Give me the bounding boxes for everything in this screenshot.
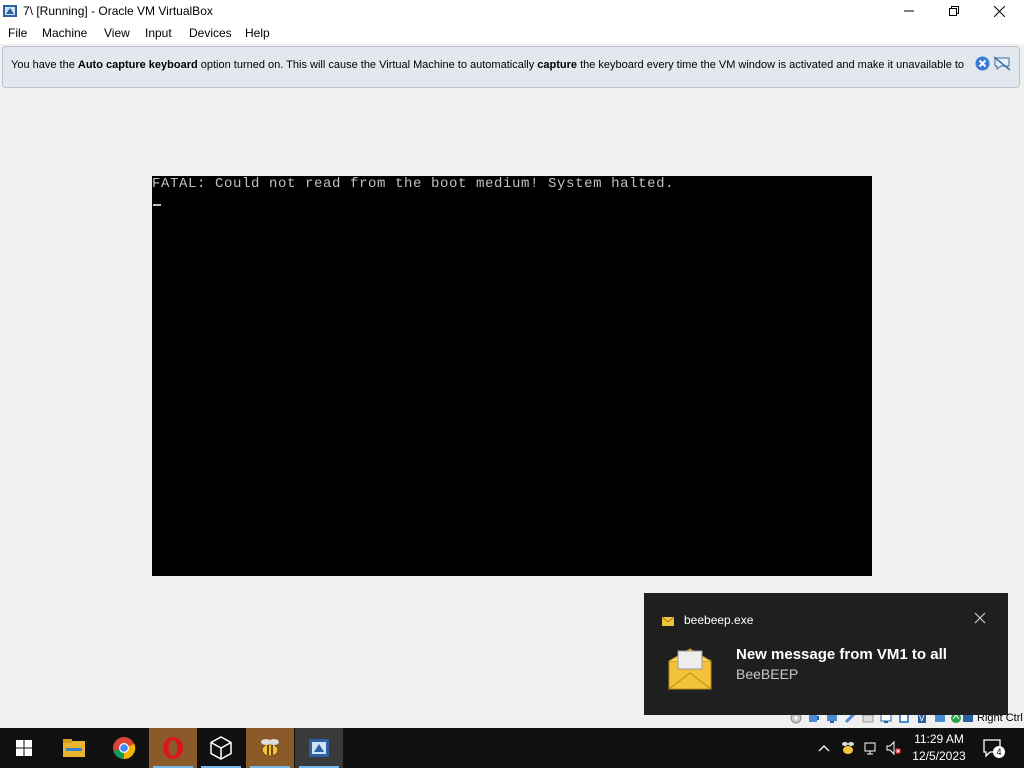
network-tray-icon[interactable]: [864, 740, 880, 756]
banner-message: You have the Auto capture keyboard optio…: [11, 59, 964, 71]
beebeep-app-icon: [661, 616, 675, 626]
taskbar-file-explorer[interactable]: [50, 728, 98, 768]
menu-input[interactable]: Input: [145, 26, 172, 40]
system-clock[interactable]: 11:29 AM 12/5/2023: [906, 731, 972, 765]
close-banner-icon[interactable]: [975, 56, 990, 71]
restore-button[interactable]: [931, 0, 977, 22]
menu-bar: File Machine View Input Devices Help: [0, 22, 1024, 44]
menu-file[interactable]: File: [8, 26, 27, 40]
taskbar-chrome[interactable]: [100, 728, 148, 768]
window-title: 7\ [Running] - Oracle VM VirtualBox: [23, 4, 213, 18]
taskbar-vm-window[interactable]: [295, 728, 343, 768]
toast-app-name: beebeep.exe: [684, 613, 754, 627]
taskbar-virtualbox[interactable]: [197, 728, 245, 768]
start-icon: [16, 740, 32, 756]
minimize-icon: [904, 10, 914, 12]
toast-close-icon[interactable]: [974, 612, 986, 624]
taskbar: 11:29 AM 12/5/2023 4: [0, 728, 1024, 768]
vm-window-icon: [309, 739, 329, 757]
mute-messages-icon[interactable]: [993, 56, 1011, 71]
banner-bold-1: Auto capture keyboard: [77, 59, 198, 71]
chrome-icon: [113, 737, 136, 760]
beebeep-tray-icon[interactable]: [840, 740, 856, 756]
clock-date: 12/5/2023: [912, 749, 966, 763]
toast-subtitle: BeeBEEP: [736, 666, 799, 682]
close-button[interactable]: [976, 0, 1022, 22]
banner-text-2: option turned on. This will cause the Vi…: [197, 59, 538, 71]
volume-muted-icon[interactable]: [886, 740, 902, 756]
menu-help[interactable]: Help: [245, 26, 270, 40]
clock-time: 11:29 AM: [914, 732, 964, 746]
banner-text-3: the keyboard every time the VM window is…: [577, 59, 965, 71]
toast-title: New message from VM1 to all: [736, 646, 947, 663]
boot-error-message: FATAL: Could not read from the boot medi…: [152, 176, 675, 192]
minimize-button[interactable]: [886, 0, 932, 22]
menu-view[interactable]: View: [104, 26, 130, 40]
opera-icon: [163, 737, 183, 759]
svg-text:V: V: [919, 714, 925, 723]
envelope-icon: [668, 648, 712, 690]
title-bar: 7\ [Running] - Oracle VM VirtualBox: [0, 0, 1024, 22]
text-cursor: [153, 204, 161, 206]
show-hidden-icons-chevron-icon[interactable]: [816, 740, 832, 756]
auto-capture-banner: You have the Auto capture keyboard optio…: [2, 46, 1020, 88]
menu-devices[interactable]: Devices: [189, 26, 232, 40]
taskbar-beebeep[interactable]: [246, 728, 294, 768]
vm-display[interactable]: FATAL: Could not read from the boot medi…: [152, 176, 872, 576]
close-icon: [993, 5, 1005, 17]
virtualbox-window-icon: [3, 5, 17, 17]
beebeep-icon: [261, 739, 279, 757]
restore-icon: [949, 6, 959, 16]
menu-machine[interactable]: Machine: [42, 26, 87, 40]
virtualbox-icon: [210, 736, 232, 760]
taskbar-opera[interactable]: [149, 728, 197, 768]
toast-notification[interactable]: beebeep.exe New message from VM1 to all …: [644, 593, 1008, 715]
file-explorer-icon: [63, 739, 85, 757]
banner-bold-2: capture: [537, 59, 578, 71]
banner-text-1: You have the: [11, 59, 78, 71]
notification-count-badge: 4: [993, 746, 1005, 758]
start-button[interactable]: [0, 728, 48, 768]
